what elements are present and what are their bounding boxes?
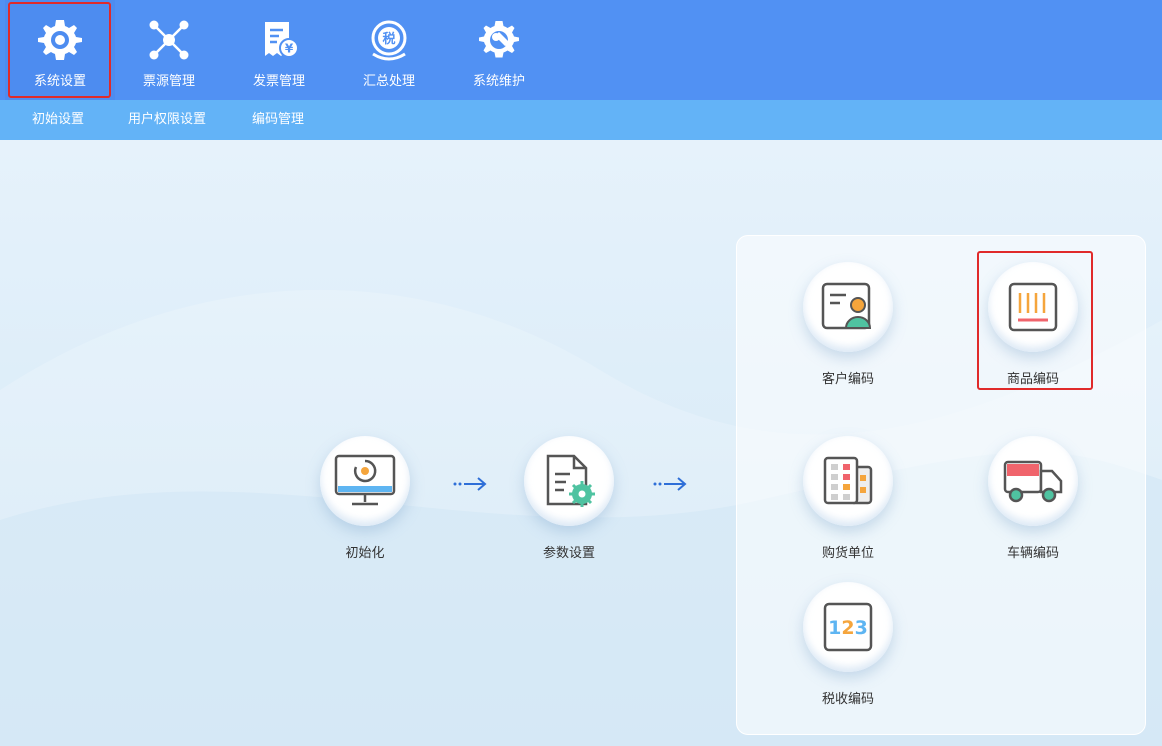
invoice-icon: ¥ (253, 14, 305, 66)
barcode-icon (1008, 282, 1058, 332)
tile-label: 客户编码 (821, 372, 874, 387)
toolbar-label: 系统维护 (472, 74, 525, 89)
toolbar-item-invoice-management[interactable]: ¥ 发票管理 (224, 0, 334, 100)
tile-tax-code[interactable]: 123 税收编码 (793, 582, 903, 707)
sub-navigation: 初始设置 用户权限设置 编码管理 (0, 100, 1162, 140)
subnav-item-user-permissions[interactable]: 用户权限设置 (128, 100, 206, 140)
tile-customer-code[interactable]: 客户编码 (793, 262, 903, 387)
svg-text:¥: ¥ (285, 42, 294, 56)
tile-label: 税收编码 (821, 692, 874, 707)
gear-icon (34, 14, 86, 66)
tile-purchasing-unit[interactable]: 购货单位 (793, 436, 903, 561)
toolbar-item-summary-processing[interactable]: 税 汇总处理 (334, 0, 444, 100)
number-123-icon: 123 (823, 602, 873, 652)
arrow-icon (653, 477, 687, 491)
tax-summary-icon: 税 (363, 14, 415, 66)
arrow-icon (453, 477, 487, 491)
wrench-gear-icon (473, 14, 525, 66)
toolbar-item-system-settings[interactable]: 系统设置 (5, 0, 115, 100)
svg-text:123: 123 (828, 617, 868, 639)
toolbar-item-system-maintenance[interactable]: 系统维护 (444, 0, 554, 100)
step-label: 初始化 (345, 546, 385, 561)
step-initialize[interactable]: 初始化 (310, 436, 420, 561)
tile-vehicle-code[interactable]: 车辆编码 (978, 436, 1088, 561)
step-label: 参数设置 (542, 546, 595, 561)
customer-card-icon (821, 282, 872, 330)
monitor-icon (334, 454, 396, 506)
step-parameter-settings[interactable]: 参数设置 (514, 436, 624, 561)
toolbar-label: 系统设置 (33, 74, 86, 89)
main-content: 初始化 参数设置 客户编码 商品编码 购货单位 车辆编码 123 税收编码 (0, 140, 1162, 746)
tile-label: 购货单位 (821, 546, 874, 561)
subnav-item-code-management[interactable]: 编码管理 (252, 100, 304, 140)
tile-label: 车辆编码 (1006, 546, 1059, 561)
svg-text:税: 税 (382, 31, 395, 47)
toolbar-item-ticket-source[interactable]: 票源管理 (114, 0, 224, 100)
network-icon (143, 14, 195, 66)
toolbar-label: 发票管理 (252, 74, 305, 89)
toolbar-label: 汇总处理 (362, 74, 415, 89)
truck-icon (1003, 460, 1063, 503)
top-toolbar: 系统设置 票源管理 ¥ 发票管理 税 汇总处理 系统维护 (0, 0, 1162, 100)
subnav-item-initial-settings[interactable]: 初始设置 (32, 100, 84, 140)
tile-product-code[interactable]: 商品编码 (978, 262, 1088, 387)
tile-label: 商品编码 (1006, 372, 1059, 387)
document-gear-icon (546, 454, 595, 507)
building-icon (823, 456, 873, 505)
toolbar-label: 票源管理 (142, 74, 195, 89)
